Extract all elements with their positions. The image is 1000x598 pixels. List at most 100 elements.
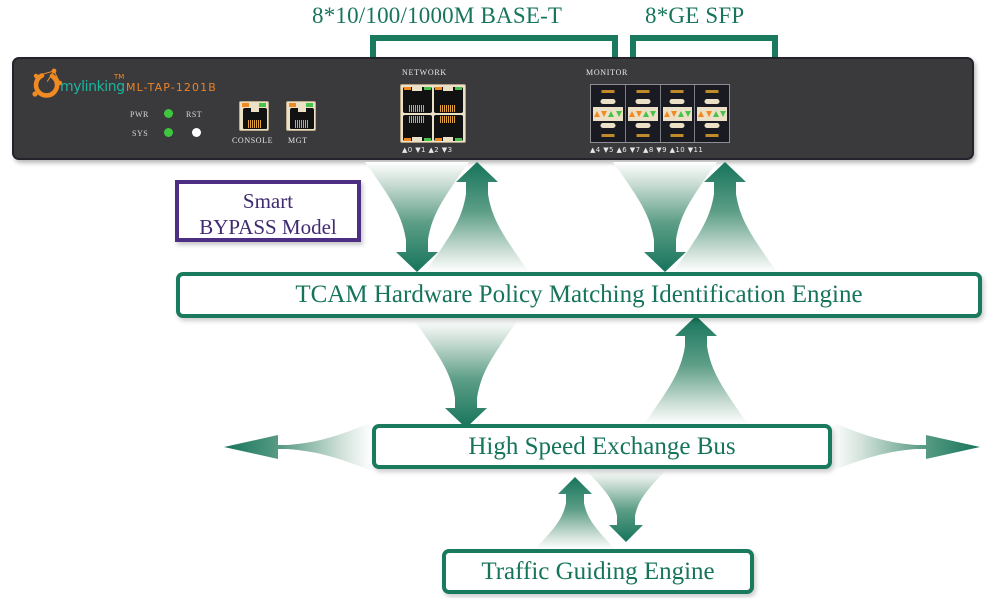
sfp1-upper-slot-icon [601,90,615,93]
flow-tcam-up-to-monitor [673,162,777,272]
sfp3-lower-tab-icon [669,123,685,128]
device-chassis: mylinking TM ML-TAP-1201B PWR SYS RST CO… [12,57,974,160]
sfp4-led-bar [697,107,727,121]
sfp-cage-3[interactable] [661,85,696,142]
sfp3-led-up-orange-icon [663,111,670,117]
port3-led-orange-icon [435,138,442,141]
sfp1-led-bar [593,107,623,121]
port3-led-green-icon [455,138,462,141]
console-led-left-icon [242,103,249,107]
sfp3-led-down-green-icon [685,111,692,117]
console-jack-icon [243,108,267,129]
sfp4-led-down-green-icon [719,111,726,117]
brand-wordmark: mylinking [60,79,125,95]
sfp2-lower-tab-icon [635,123,651,128]
sfp1-led-up-green-icon [608,111,615,117]
sfp4-upper-tab-icon [704,99,720,104]
device-model-label: ML-TAP-1201B [126,81,217,94]
network-port-1[interactable] [403,115,432,141]
sfp2-upper-tab-icon [635,99,651,104]
smart-bypass-callout: Smart BYPASS Model [175,180,361,242]
port0-led-green-icon [424,87,431,90]
port2-led-green-icon [455,87,462,90]
port3-pins-icon [440,116,456,123]
console-port[interactable] [239,101,269,131]
network-port-0[interactable] [403,87,432,113]
network-port-numbers: ▲0 ▼1 ▲2 ▼3 [402,146,453,154]
sfp2-led-up-orange-icon [628,111,635,117]
brand-logo: mylinking TM [30,67,130,101]
mgt-led-left-icon [289,103,296,107]
monitor-sfp-block[interactable] [590,84,730,143]
sfp3-led-down-orange-icon [670,111,677,117]
sfp2-led-bar [627,107,658,121]
sfp4-upper-slot-icon [705,90,719,93]
label-base-t: 8*10/100/1000M BASE-T [312,3,563,28]
sfp3-led-up-green-icon [677,111,684,117]
sys-led-indicator [164,128,173,137]
pwr-led-indicator [164,109,173,118]
flow-traffic-up-to-bus [535,477,615,549]
sfp1-lower-slot-icon [601,134,615,137]
sfp1-led-down-green-icon [615,111,622,117]
bracket-ge-sfp [630,35,778,57]
mgt-port[interactable] [286,101,316,131]
network-port-3[interactable] [434,115,463,141]
sfp4-led-down-orange-icon [705,111,712,117]
mgt-led-right-icon [306,103,313,107]
bypass-line-1: Smart [242,189,294,213]
sfp2-lower-slot-icon [636,134,650,137]
port1-led-orange-icon [404,138,411,141]
sfp4-led-up-orange-icon [698,111,705,117]
network-port-2[interactable] [434,87,463,113]
console-port-caption: CONSOLE [232,136,274,145]
monitor-group-caption: MONITOR [586,68,629,77]
network-rj45-quad-block[interactable] [400,84,466,143]
sfp-cage-4[interactable] [695,85,729,142]
flow-network-down-to-tcam [365,162,469,272]
sfp3-lower-slot-icon [670,134,684,137]
sfp-cage-2[interactable] [626,85,661,142]
sfp3-led-bar [662,107,693,121]
port2-pins-icon [440,105,456,112]
console-pins-icon [248,120,262,128]
sfp-cage-1[interactable] [591,85,626,142]
mgt-jack-icon [290,108,314,129]
port1-led-green-icon [424,138,431,141]
sfp3-upper-tab-icon [669,99,685,104]
bypass-line-2: BYPASS Model [199,215,337,239]
trademark-mark: TM [114,73,125,81]
network-group-caption: NETWORK [402,68,447,77]
sfp4-lower-slot-icon [705,134,719,137]
port0-led-orange-icon [404,87,411,90]
sfp2-led-down-orange-icon [636,111,643,117]
flow-bus-out-right [832,422,980,471]
sfp4-led-up-green-icon [712,111,719,117]
sfp2-led-up-green-icon [643,111,650,117]
bracket-base-t [370,35,618,57]
sfp3-upper-slot-icon [670,90,684,93]
port2-led-orange-icon [435,87,442,90]
flow-bus-out-left [224,422,372,471]
sfp1-led-up-orange-icon [594,111,601,117]
sfp1-upper-tab-icon [600,99,616,104]
sys-led-label: SYS [132,129,149,138]
flow-monitor-down-to-tcam [613,162,717,272]
mgt-port-caption: MGT [288,136,308,145]
block-traffic-guiding-engine: Traffic Guiding Engine [442,549,754,594]
rst-button-label: RST [186,110,203,119]
flow-bus-up-to-tcam [644,316,748,424]
sfp4-lower-tab-icon [704,123,720,128]
label-ge-sfp: 8*GE SFP [645,3,745,28]
block-tcam-engine: TCAM Hardware Policy Matching Identifica… [176,272,982,318]
port0-pins-icon [409,105,425,112]
monitor-port-numbers: ▲4 ▼5 ▲6 ▼7 ▲8 ▼9 ▲10 ▼11 [590,146,704,154]
block-high-speed-exchange-bus: High Speed Exchange Bus [372,424,832,469]
port1-pins-icon [409,116,425,123]
console-led-right-icon [259,103,266,107]
mylinking-logo-icon [32,68,63,98]
mgt-pins-icon [295,120,309,128]
pwr-led-label: PWR [130,110,149,119]
sfp2-upper-slot-icon [636,90,650,93]
rst-button[interactable] [192,128,201,137]
